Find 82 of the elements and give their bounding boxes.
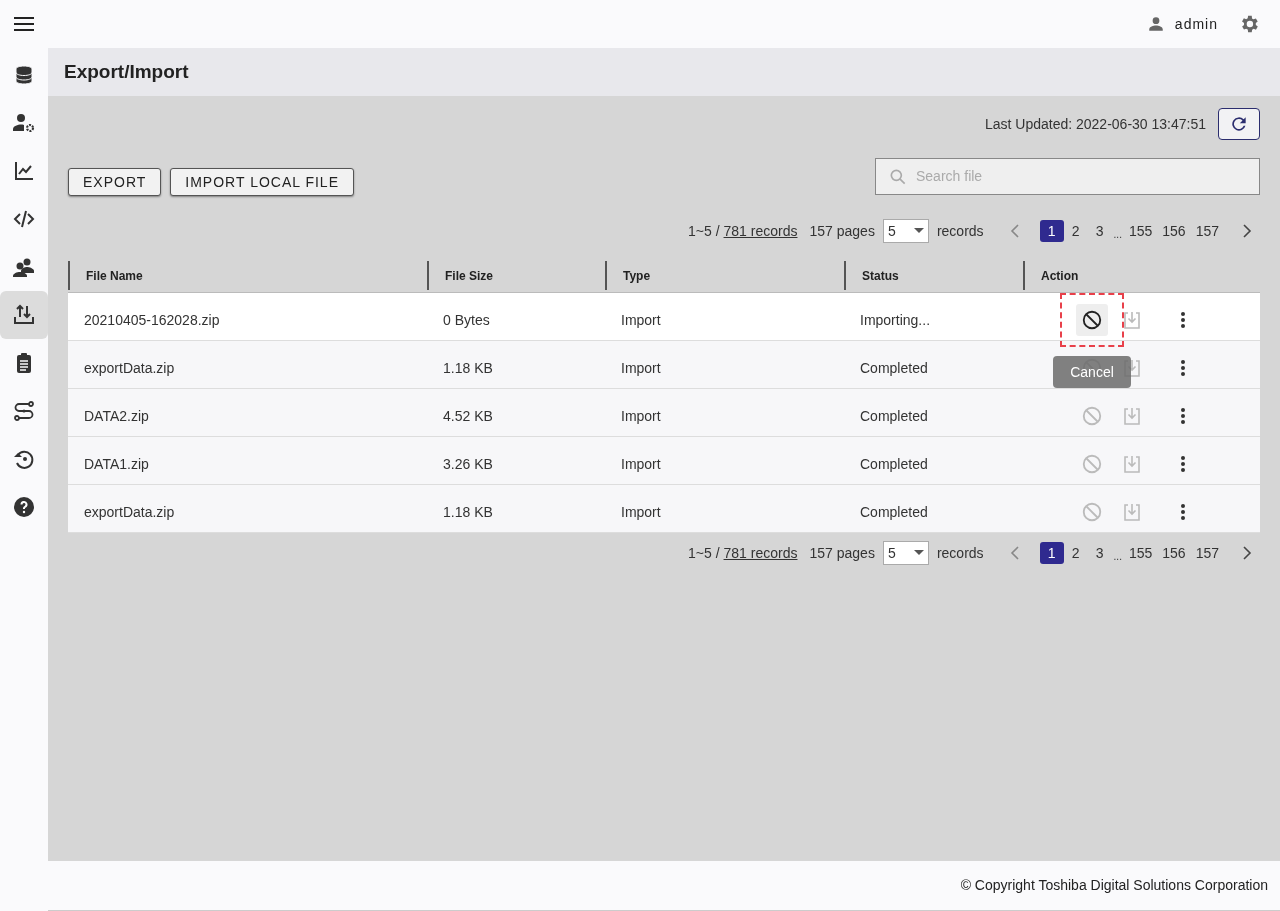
more-icon[interactable] — [1180, 407, 1186, 425]
column-header: File Name — [85, 267, 143, 285]
column-header: Status — [861, 267, 899, 285]
record-range: 1~5 / — [688, 543, 720, 563]
table-cell-text: Import — [620, 456, 661, 472]
table-cell-text: 20210405-162028.zip — [83, 312, 220, 328]
page-button[interactable]: 1 — [1039, 220, 1064, 242]
line-chart-icon — [12, 159, 36, 183]
page-button[interactable]: 156 — [1157, 220, 1191, 242]
page-button[interactable]: 2 — [1063, 542, 1088, 564]
search-field[interactable]: Search file — [875, 157, 1260, 195]
page-button[interactable]: 156 — [1157, 542, 1191, 564]
table-cell-text: Import — [620, 312, 661, 328]
dropdown-caret-icon — [913, 550, 924, 556]
page-button[interactable]: 3 — [1087, 220, 1112, 242]
ellipsis: ... — [1113, 228, 1122, 242]
table-cell-text: Completed — [859, 504, 928, 520]
route-icon — [12, 399, 36, 423]
cancel-icon — [1081, 309, 1103, 331]
sidebar-item[interactable] — [0, 291, 48, 339]
table-cell-text: exportData.zip — [83, 504, 175, 520]
table-cell-text: DATA2.zip — [83, 408, 149, 424]
help-icon — [12, 495, 36, 519]
dropdown-caret-icon — [913, 228, 924, 234]
action-button[interactable]: IMPORT LOCAL FILE — [170, 168, 354, 196]
next-page-icon[interactable] — [1242, 224, 1252, 238]
cancel-icon — [1081, 405, 1103, 427]
upload-download-icon — [12, 303, 36, 327]
column-header: Action — [1040, 267, 1079, 285]
page-button[interactable]: 157 — [1190, 220, 1224, 242]
page-count: 157 pages — [809, 543, 875, 563]
page-button[interactable]: 155 — [1123, 542, 1158, 564]
records-link[interactable]: 781 records — [723, 220, 798, 242]
page-button[interactable]: 2 — [1063, 220, 1088, 242]
table-cell-text: 1.18 KB — [442, 504, 493, 520]
records-label: records — [936, 221, 984, 241]
more-icon[interactable] — [1180, 503, 1186, 521]
next-page-icon[interactable] — [1242, 546, 1252, 560]
page-button[interactable]: 155 — [1123, 220, 1158, 242]
tooltip: Cancel — [1053, 356, 1131, 388]
more-icon[interactable] — [1180, 359, 1186, 377]
table-cell-text: Import — [620, 504, 661, 520]
page-size-select[interactable]: 5 — [882, 219, 929, 243]
user-name: admin — [1174, 14, 1218, 34]
table-cell-text: Import — [620, 408, 661, 424]
table-cell-text: DATA1.zip — [83, 456, 149, 472]
user-gear-icon — [12, 111, 36, 135]
table-cell-text: Completed — [859, 360, 928, 376]
table-cell-text: 4.52 KB — [442, 408, 493, 424]
table-cell-text: 0 Bytes — [442, 312, 490, 328]
table-cell-text: Completed — [859, 408, 928, 424]
cancel-icon — [1081, 453, 1103, 475]
cancel-icon — [1081, 501, 1103, 523]
column-header: File Size — [444, 267, 494, 285]
more-icon[interactable] — [1180, 455, 1186, 473]
page-button[interactable]: 157 — [1190, 542, 1224, 564]
records-label: records — [936, 543, 984, 563]
page-title: Export/Import — [64, 59, 189, 84]
ellipsis: ... — [1113, 550, 1122, 564]
page-size-select[interactable]: 5 — [882, 541, 929, 565]
user-icon — [1146, 15, 1165, 33]
table-cell-text: Import — [620, 360, 661, 376]
refresh-button[interactable] — [1218, 108, 1260, 140]
page-count: 157 pages — [809, 221, 875, 241]
table-cell-text: exportData.zip — [83, 360, 175, 376]
copyright-text: © Copyright Toshiba Digital Solutions Corporation — [960, 876, 1268, 895]
menu-icon[interactable] — [14, 17, 34, 31]
table-cell-text: Importing... — [859, 312, 931, 328]
last-updated-text: Last Updated: 2022-06-30 13:47:51 — [984, 114, 1206, 134]
records-link[interactable]: 781 records — [723, 542, 798, 564]
cancel-button[interactable] — [1076, 304, 1108, 336]
table-cell-text: 1.18 KB — [442, 360, 493, 376]
table-cell-text: 3.26 KB — [442, 456, 493, 472]
table-cell-text: Completed — [859, 456, 928, 472]
refresh-icon — [1229, 114, 1249, 134]
page-button[interactable]: 1 — [1039, 542, 1064, 564]
column-header: Type — [622, 267, 651, 285]
more-icon[interactable] — [1180, 311, 1186, 329]
page-button[interactable]: 3 — [1087, 542, 1112, 564]
action-button[interactable]: EXPORT — [68, 168, 162, 196]
record-range: 1~5 / — [688, 221, 720, 241]
download-icon[interactable] — [1122, 310, 1142, 330]
